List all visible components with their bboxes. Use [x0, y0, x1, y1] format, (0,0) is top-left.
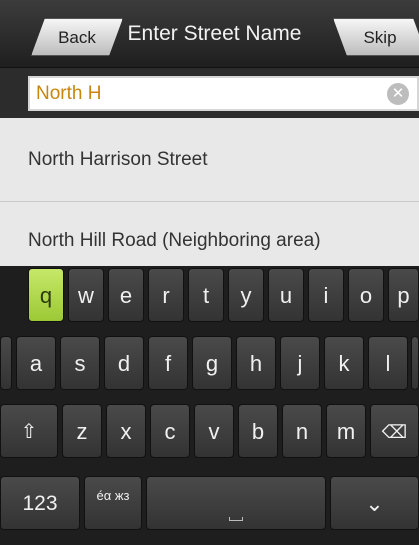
key-f[interactable]: f	[148, 336, 188, 390]
key-h[interactable]: h	[236, 336, 276, 390]
skip-button[interactable]: Skip	[333, 18, 419, 56]
key-l[interactable]: l	[368, 336, 408, 390]
key-d[interactable]: d	[104, 336, 144, 390]
key-m[interactable]: m	[326, 404, 366, 458]
key-r[interactable]: r	[148, 268, 184, 322]
backspace-key[interactable]: ⌫	[370, 404, 419, 458]
search-area: ✕	[0, 68, 419, 118]
key-edge	[411, 336, 419, 390]
top-bar: Back Enter Street Name Skip	[0, 0, 419, 68]
key-s[interactable]: s	[60, 336, 100, 390]
key-v[interactable]: v	[194, 404, 234, 458]
clear-icon[interactable]: ✕	[387, 83, 409, 105]
key-x[interactable]: x	[106, 404, 146, 458]
key-g[interactable]: g	[192, 336, 232, 390]
key-o[interactable]: o	[348, 268, 384, 322]
key-b[interactable]: b	[238, 404, 278, 458]
key-a[interactable]: a	[16, 336, 56, 390]
key-j[interactable]: j	[280, 336, 320, 390]
key-t[interactable]: t	[188, 268, 224, 322]
key-z[interactable]: z	[62, 404, 102, 458]
key-u[interactable]: u	[268, 268, 304, 322]
on-screen-keyboard: q w e r t y u i o p a s d f g h j k l ⇧ …	[0, 266, 419, 545]
space-icon	[229, 517, 243, 521]
key-y[interactable]: y	[228, 268, 264, 322]
page-title: Enter Street Name	[127, 22, 302, 45]
back-button[interactable]: Back	[31, 18, 123, 56]
search-box[interactable]: ✕	[28, 76, 419, 111]
street-name-input[interactable]	[36, 81, 376, 107]
key-q[interactable]: q	[28, 268, 64, 322]
hide-keyboard-key[interactable]: ⌄	[330, 476, 419, 530]
list-item[interactable]: North Hill Road (Neighboring area)	[0, 202, 419, 266]
alt-chars-key[interactable]: éα жз	[84, 476, 142, 530]
key-p[interactable]: p	[388, 268, 419, 322]
suggestion-list: North Harrison Street North Hill Road (N…	[0, 118, 419, 266]
key-e[interactable]: e	[108, 268, 144, 322]
numbers-key[interactable]: 123	[0, 476, 80, 530]
list-item[interactable]: North Harrison Street	[0, 118, 419, 202]
shift-key[interactable]: ⇧	[0, 404, 58, 458]
key-edge	[0, 336, 12, 390]
key-n[interactable]: n	[282, 404, 322, 458]
key-w[interactable]: w	[68, 268, 104, 322]
key-k[interactable]: k	[324, 336, 364, 390]
key-i[interactable]: i	[308, 268, 344, 322]
key-c[interactable]: c	[150, 404, 190, 458]
space-key[interactable]	[146, 476, 326, 530]
